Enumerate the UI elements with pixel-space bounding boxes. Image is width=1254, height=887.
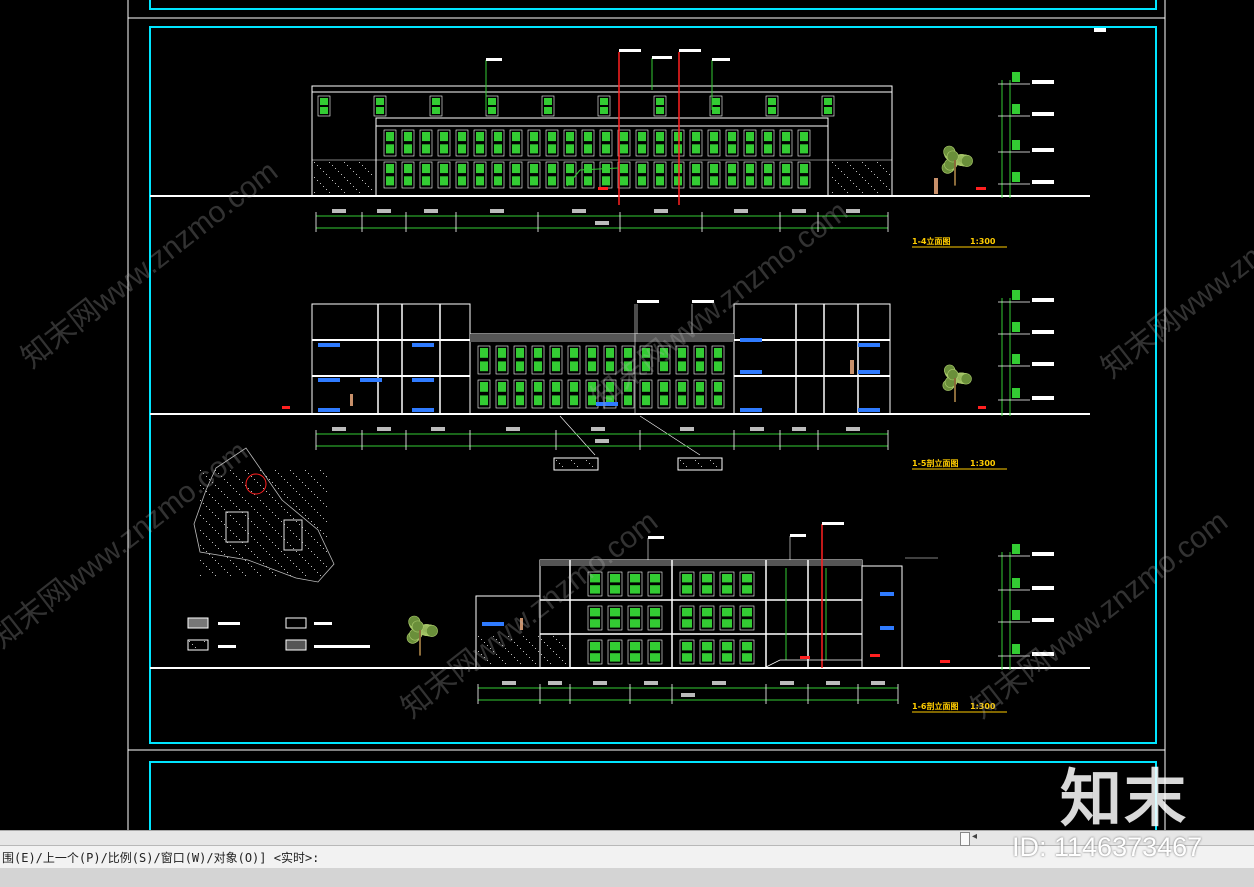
view-title: 1-4立面图 xyxy=(912,236,950,246)
watermark-id: ID: 1146373467 xyxy=(1012,832,1203,862)
view-scale: 1:300 xyxy=(970,459,996,468)
scroll-right-arrow-icon[interactable]: ◂ xyxy=(972,831,977,842)
view-1-4-elevation: 1-4立面图 1:300 xyxy=(150,49,1090,248)
scroll-thumb[interactable] xyxy=(960,832,970,846)
legend xyxy=(187,617,370,651)
cad-drawing: 1-4立面图 1:300 1-5剖立面图 1:300 1-6剖立面图 1:300 xyxy=(127,0,1166,830)
command-prompt-text: 围(E)/上一个(P)/比例(S)/窗口(W)/对象(O)] <实时>: xyxy=(2,851,320,865)
drawing-viewport[interactable]: 1-4立面图 1:300 1-5剖立面图 1:300 1-6剖立面图 1:300 知末网w… xyxy=(0,0,1254,830)
view-scale: 1:300 xyxy=(970,237,996,246)
view-title: 1-5剖立面图 xyxy=(912,458,958,468)
view-title: 1-6剖立面图 xyxy=(912,701,958,711)
watermark-logo: 知末 xyxy=(1060,762,1189,830)
